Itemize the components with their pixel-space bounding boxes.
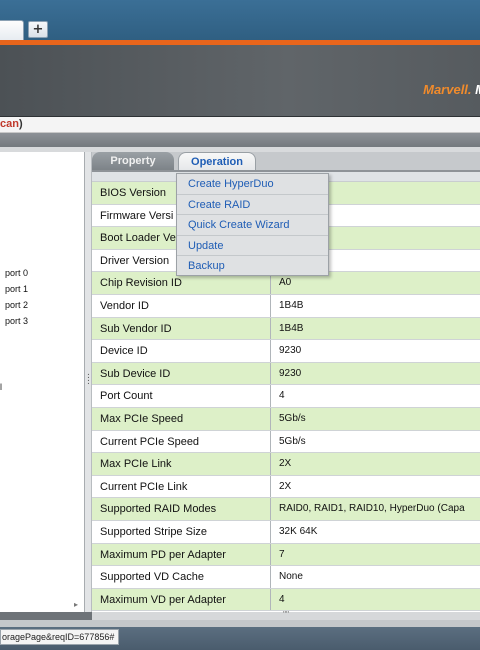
table-row: Port Count 4 bbox=[92, 385, 480, 408]
property-label: Boot Loader Ve bbox=[100, 232, 176, 245]
property-label: Current PCIe Link bbox=[100, 480, 188, 493]
tree-item-port-3[interactable]: port 3 bbox=[5, 316, 28, 326]
column-divider bbox=[270, 407, 271, 430]
tree-item-port-1[interactable]: port 1 bbox=[5, 284, 28, 294]
app-banner: Marvell. M bbox=[0, 45, 480, 117]
menu-item-backup[interactable]: Backup bbox=[177, 256, 328, 277]
menu-item-create-hyperduo[interactable]: Create HyperDuo bbox=[177, 174, 328, 195]
property-value: 5Gb/s bbox=[279, 412, 306, 424]
menu-item-update[interactable]: Update bbox=[177, 236, 328, 257]
column-divider bbox=[270, 588, 271, 611]
column-divider bbox=[270, 566, 271, 588]
table-row: Current PCIe Link 2X bbox=[92, 475, 480, 499]
tree-item-port-0[interactable]: port 0 bbox=[5, 268, 28, 278]
column-divider bbox=[270, 498, 271, 520]
property-value: 2X bbox=[279, 458, 292, 470]
table-row: Supported VD Cache None bbox=[92, 566, 480, 589]
property-value: 1B4B bbox=[279, 299, 304, 311]
property-label: Supported Stripe Size bbox=[100, 525, 208, 538]
column-divider bbox=[270, 385, 271, 407]
property-label: Sub Device ID bbox=[100, 367, 171, 380]
property-value: 9230 bbox=[279, 345, 302, 357]
property-label: Port Count bbox=[100, 390, 153, 403]
property-value: 9230 bbox=[279, 367, 302, 379]
property-label: Current PCIe Speed bbox=[100, 435, 200, 448]
table-row: Maximum VD per Adapter 4 bbox=[92, 588, 480, 612]
tree-item-partial[interactable]: l bbox=[0, 382, 2, 392]
property-value: 4 bbox=[279, 390, 285, 402]
column-divider bbox=[270, 294, 271, 317]
toolbar-band bbox=[0, 133, 480, 147]
marvell-logo: Marvell. M bbox=[423, 82, 480, 97]
new-tab-button[interactable]: + bbox=[28, 21, 48, 38]
column-divider bbox=[270, 543, 271, 566]
menu-strip: can) bbox=[0, 117, 480, 133]
property-label: Chip Revision ID bbox=[100, 277, 182, 290]
property-value: 2X bbox=[279, 480, 292, 492]
property-label: Supported VD Cache bbox=[100, 571, 204, 584]
table-row: Max PCIe Link 2X bbox=[92, 453, 480, 476]
property-label: Firmware Versi bbox=[100, 209, 174, 222]
column-divider bbox=[270, 475, 271, 498]
device-tree-panel: port 0 port 1 port 2 port 3 l ▸ bbox=[0, 152, 85, 612]
column-divider bbox=[270, 430, 271, 453]
property-label: Supported RAID Modes bbox=[100, 503, 217, 516]
horizontal-scrollbar[interactable] bbox=[0, 620, 480, 627]
menu-item-create-raid[interactable]: Create RAID bbox=[177, 195, 328, 216]
status-url: oragePage&reqID=677856# bbox=[0, 629, 120, 645]
property-label: Max PCIe Speed bbox=[100, 412, 184, 425]
property-label: Maximum PD per Adapter bbox=[100, 548, 226, 561]
tree-item-port-2[interactable]: port 2 bbox=[5, 300, 28, 310]
menu-item-quick-create-wizard[interactable]: Quick Create Wizard bbox=[177, 215, 328, 236]
table-row: Current PCIe Speed 5Gb/s bbox=[92, 430, 480, 454]
property-label: Driver Version bbox=[100, 254, 170, 267]
column-divider bbox=[270, 362, 271, 385]
column-divider bbox=[270, 317, 271, 340]
tab-operation[interactable]: Operation bbox=[178, 152, 256, 170]
property-value: 7 bbox=[279, 548, 285, 560]
browser-tab-strip: + bbox=[0, 0, 480, 40]
splitter-grip-icon: .... bbox=[87, 368, 90, 387]
rescan-link[interactable]: can) bbox=[0, 118, 23, 130]
table-row: Supported RAID Modes RAID0, RAID1, RAID10… bbox=[92, 498, 480, 521]
property-value: 5Gb/s bbox=[279, 435, 306, 447]
property-value: A0 bbox=[279, 277, 292, 289]
property-value: RAID0, RAID1, RAID10, HyperDuo (Capa bbox=[279, 503, 465, 515]
table-row: Supported Stripe Size 32K 64K bbox=[92, 520, 480, 544]
table-row: Maximum PD per Adapter 7 bbox=[92, 543, 480, 567]
property-value: 1B4B bbox=[279, 322, 304, 334]
browser-tab[interactable] bbox=[0, 20, 24, 40]
column-divider bbox=[270, 453, 271, 475]
property-value: 32K 64K bbox=[279, 525, 318, 537]
property-label: Sub Vendor ID bbox=[100, 322, 172, 335]
operation-dropdown-menu: Create HyperDuo Create RAID Quick Create… bbox=[176, 173, 329, 276]
property-value: None bbox=[279, 571, 303, 583]
property-label: BIOS Version bbox=[100, 187, 167, 199]
table-row: Max PCIe Speed 5Gb/s bbox=[92, 407, 480, 431]
property-label: Vendor ID bbox=[100, 299, 149, 312]
tab-property[interactable]: Property bbox=[92, 152, 174, 170]
column-divider bbox=[270, 340, 271, 362]
column-divider bbox=[270, 520, 271, 543]
property-label: Max PCIe Link bbox=[100, 458, 172, 471]
table-row: Sub Device ID 9230 bbox=[92, 362, 480, 386]
table-row: Sub Vendor ID 1B4B bbox=[92, 317, 480, 341]
table-row: Vendor ID 1B4B bbox=[92, 294, 480, 318]
property-value: 4 bbox=[279, 593, 285, 605]
property-label: Maximum VD per Adapter bbox=[100, 593, 226, 606]
bottom-resize-grip[interactable]: '''' bbox=[92, 611, 480, 620]
scroll-right-arrow-icon[interactable]: ▸ bbox=[74, 600, 78, 609]
panel-splitter[interactable]: .... bbox=[85, 152, 92, 612]
property-label: Device ID bbox=[100, 345, 148, 358]
table-row: Device ID 9230 bbox=[92, 340, 480, 363]
status-bar: oragePage&reqID=677856# bbox=[0, 627, 480, 650]
